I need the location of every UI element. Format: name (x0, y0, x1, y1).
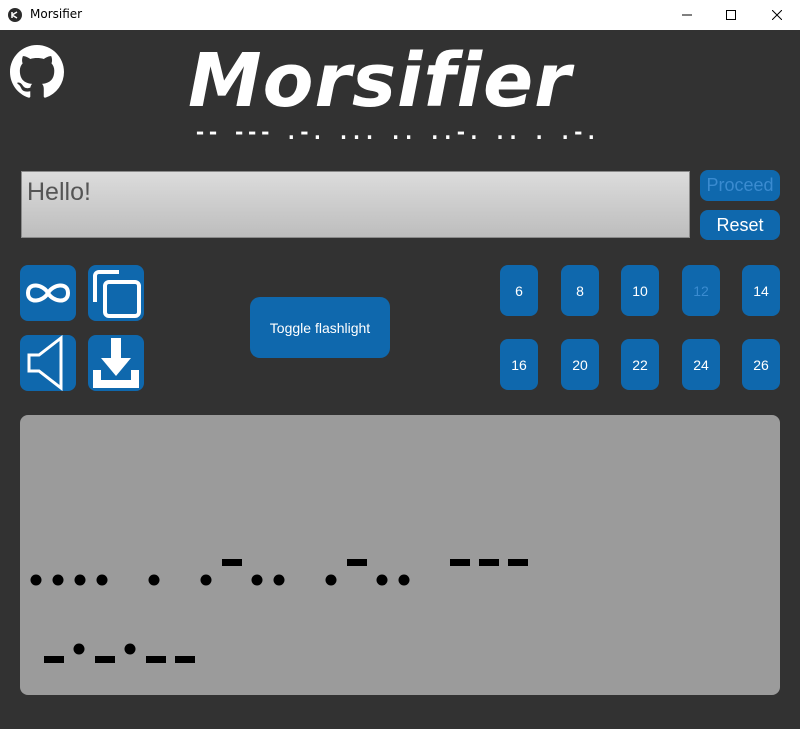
morse-output-drawing (30, 559, 528, 663)
morse-dot (30, 574, 42, 586)
morse-dash (479, 559, 499, 566)
speed-button-10[interactable]: 10 (621, 265, 659, 316)
morse-dash (347, 559, 367, 566)
app-icon (8, 8, 22, 22)
loop-button[interactable] (20, 265, 76, 321)
morse-dot (251, 574, 263, 586)
speed-button-6[interactable]: 6 (500, 265, 538, 316)
github-link[interactable] (10, 45, 64, 99)
infinity-icon (25, 283, 71, 303)
speed-button-26[interactable]: 26 (742, 339, 780, 390)
download-icon (93, 338, 139, 388)
toggle-flashlight-button[interactable]: Toggle flashlight (250, 297, 390, 358)
window-title: Morsifier (30, 7, 83, 21)
morse-dot (96, 574, 108, 586)
morse-dot (325, 574, 337, 586)
morse-dash (95, 656, 115, 663)
message-input[interactable]: Hello! (21, 171, 690, 238)
speaker-icon (27, 335, 63, 391)
speed-button-24[interactable]: 24 (682, 339, 720, 390)
morse-dash (44, 656, 64, 663)
morse-dot (124, 643, 136, 655)
copy-icon (93, 270, 141, 318)
morse-dot (376, 574, 388, 586)
speed-button-20[interactable]: 20 (561, 339, 599, 390)
copy-button[interactable] (88, 265, 144, 321)
morse-dash (175, 656, 195, 663)
download-button[interactable] (88, 335, 144, 391)
maximize-icon (726, 10, 736, 20)
speed-button-8[interactable]: 8 (561, 265, 599, 316)
morse-dash (508, 559, 528, 566)
logo-morse: -- --- .-. ... .. ..-. .. . .-. (194, 120, 599, 144)
morse-dot (200, 574, 212, 586)
logo-title: Morsifier (188, 38, 572, 124)
speed-button-16[interactable]: 16 (500, 339, 538, 390)
minimize-button[interactable] (664, 0, 710, 30)
close-icon (772, 10, 782, 20)
morse-dash (146, 656, 166, 663)
reset-button[interactable]: Reset (700, 210, 780, 240)
morse-dot (52, 574, 64, 586)
morse-dot (148, 574, 160, 586)
maximize-button[interactable] (708, 0, 754, 30)
speed-button-12[interactable]: 12 (682, 265, 720, 316)
morse-dot (273, 574, 285, 586)
morse-dash (222, 559, 242, 566)
proceed-button[interactable]: Proceed (700, 170, 780, 201)
speed-button-14[interactable]: 14 (742, 265, 780, 316)
morse-dot (74, 574, 86, 586)
speed-button-22[interactable]: 22 (621, 339, 659, 390)
morse-dot (398, 574, 410, 586)
morse-dash (450, 559, 470, 566)
sound-button[interactable] (20, 335, 76, 391)
minimize-icon (682, 14, 692, 16)
github-icon (10, 45, 64, 98)
title-bar: Morsifier (0, 0, 800, 30)
close-button[interactable] (754, 0, 800, 30)
morse-dot (73, 643, 85, 655)
morse-output (20, 415, 780, 695)
